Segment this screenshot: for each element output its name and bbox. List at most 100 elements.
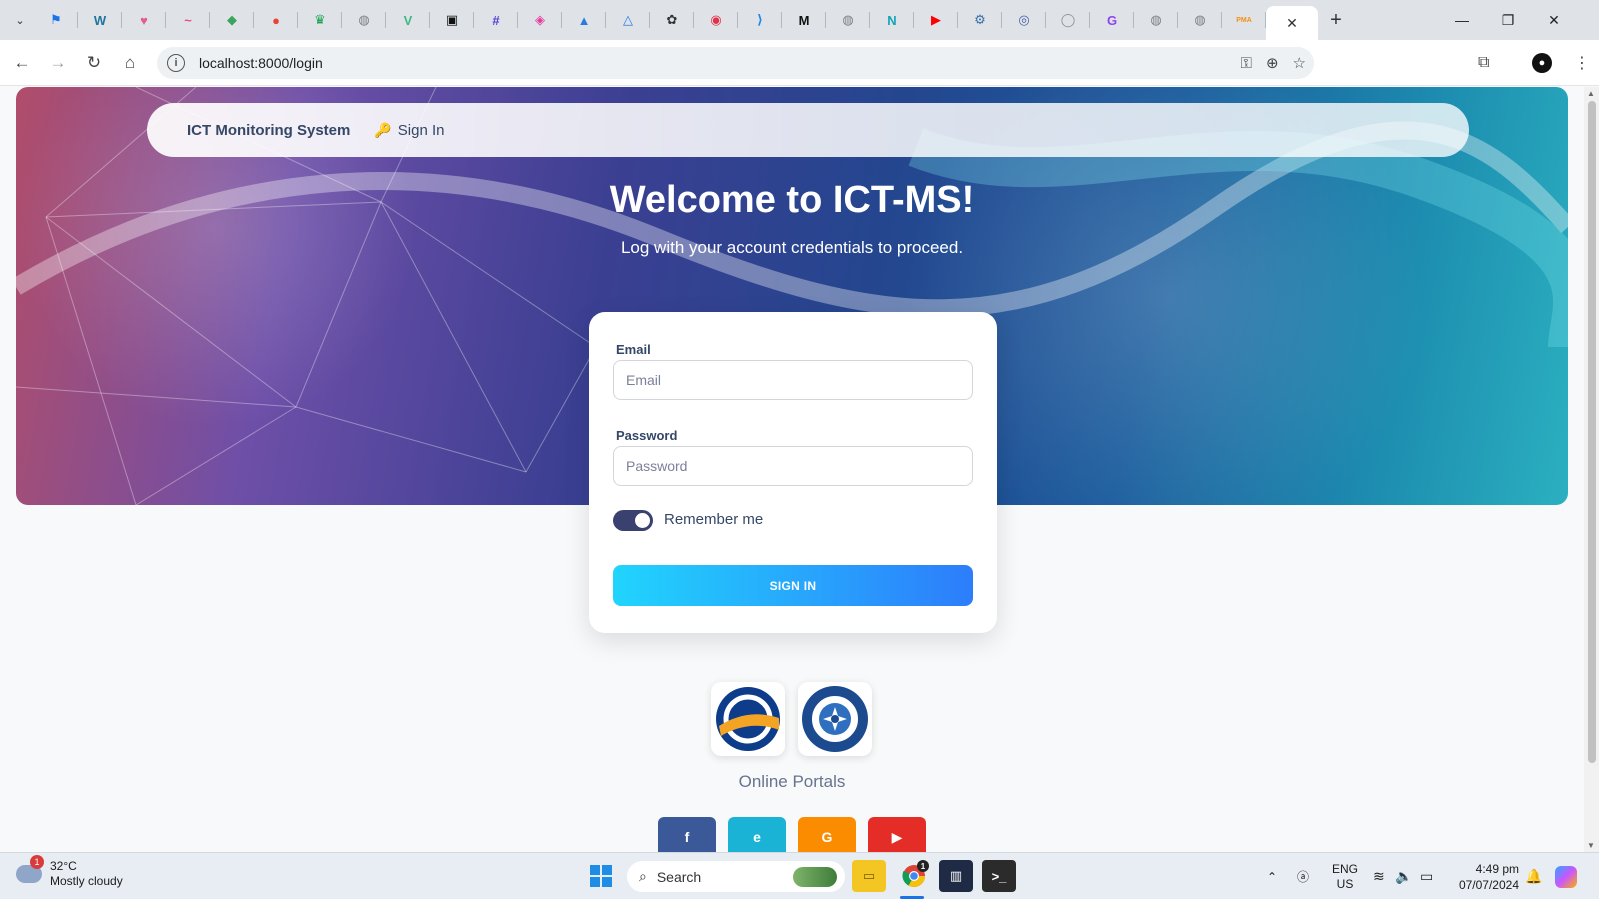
browser-tab[interactable]: # bbox=[474, 0, 518, 40]
remember-me-label[interactable]: Remember me bbox=[664, 511, 763, 528]
browser-tab[interactable]: ♥ bbox=[122, 0, 166, 40]
globe-icon: ◍ bbox=[1194, 12, 1206, 27]
browser-tab[interactable]: ⟩ bbox=[738, 0, 782, 40]
browser-tab[interactable]: G bbox=[1090, 0, 1134, 40]
scroll-down-icon[interactable]: ▼ bbox=[1587, 841, 1595, 850]
volume-icon[interactable]: 🔈 bbox=[1395, 853, 1412, 899]
google-button[interactable]: G bbox=[798, 817, 856, 852]
browser-tab[interactable]: ⚑ bbox=[34, 0, 78, 40]
browser-tab[interactable]: ◈ bbox=[518, 0, 562, 40]
email-input[interactable] bbox=[613, 360, 973, 400]
portal-logo-2[interactable] bbox=[798, 682, 872, 756]
address-bar[interactable]: i localhost:8000/login ⚿ ⊕ ☆ bbox=[157, 47, 1314, 79]
password-input[interactable] bbox=[613, 446, 973, 486]
browser-tab[interactable]: ~ bbox=[166, 0, 210, 40]
scroll-up-icon[interactable]: ▲ bbox=[1587, 89, 1595, 98]
close-window-icon[interactable]: ✕ bbox=[1531, 0, 1577, 40]
browser-tab[interactable]: ▲ bbox=[562, 0, 606, 40]
zoom-icon[interactable]: ⊕ bbox=[1266, 54, 1279, 72]
scrollbar-thumb[interactable] bbox=[1588, 101, 1596, 763]
shield-heart-icon: ♥ bbox=[140, 12, 148, 28]
triangle-outline-icon: △ bbox=[623, 12, 633, 27]
close-tab-icon[interactable]: ✕ bbox=[1286, 15, 1298, 32]
windows-start-icon[interactable] bbox=[590, 865, 612, 887]
sign-in-button[interactable]: SIGN IN bbox=[613, 565, 973, 606]
swoosh-logo-icon bbox=[716, 687, 780, 751]
extensions-icon[interactable]: ⧉ bbox=[1478, 40, 1489, 86]
browser-tab[interactable]: ▣ bbox=[430, 0, 474, 40]
active-tab[interactable]: ✕ bbox=[1266, 6, 1318, 40]
battery-icon[interactable]: ▭ bbox=[1420, 853, 1433, 899]
remember-me-toggle[interactable] bbox=[613, 510, 653, 531]
app-icon-dark[interactable]: ▥ bbox=[939, 860, 973, 892]
weather-desc: Mostly cloudy bbox=[50, 874, 123, 888]
taskbar-clock[interactable]: 4:49 pm 07/07/2024 bbox=[1453, 861, 1519, 893]
browser-tab[interactable]: ◎ bbox=[1002, 0, 1046, 40]
wifi-icon[interactable]: ≋ bbox=[1373, 853, 1385, 899]
browser-tab[interactable]: M bbox=[782, 0, 826, 40]
tab-search-chevron-icon[interactable]: ⌄ bbox=[6, 6, 34, 34]
browser-tab[interactable]: ◍ bbox=[1134, 0, 1178, 40]
clock-time: 4:49 pm bbox=[1475, 862, 1519, 876]
url-text[interactable]: localhost:8000/login bbox=[199, 55, 323, 71]
university-seal-icon bbox=[802, 686, 868, 752]
terminal-icon[interactable]: >_ bbox=[982, 860, 1016, 892]
keyboard-a-icon[interactable]: ⓐ bbox=[1297, 853, 1309, 899]
copilot-icon[interactable] bbox=[1555, 865, 1577, 888]
browser-tab[interactable]: ◍ bbox=[826, 0, 870, 40]
browser-tab[interactable]: △ bbox=[606, 0, 650, 40]
portal-icon: ◎ bbox=[1018, 12, 1030, 27]
browser-tab[interactable]: ◍ bbox=[1178, 0, 1222, 40]
chrome-taskbar-icon[interactable]: 1 bbox=[897, 860, 931, 892]
facebook-button[interactable]: f bbox=[658, 817, 716, 852]
site-info-icon[interactable]: i bbox=[167, 54, 185, 72]
profile-avatar[interactable]: ● bbox=[1532, 53, 1552, 73]
wordpress-icon: W bbox=[93, 12, 107, 28]
browser-tab[interactable]: ● bbox=[254, 0, 298, 40]
search-highlight-icon bbox=[793, 866, 837, 887]
browser-tab[interactable]: ◍ bbox=[342, 0, 386, 40]
browser-tab[interactable]: ◯ bbox=[1046, 0, 1090, 40]
reload-icon[interactable]: ↻ bbox=[76, 45, 112, 81]
weather-widget[interactable]: 1 32°C Mostly cloudy bbox=[16, 855, 123, 889]
toggle-knob bbox=[635, 513, 650, 528]
browser-tab[interactable]: W bbox=[78, 0, 122, 40]
brand-title[interactable]: ICT Monitoring System bbox=[187, 122, 350, 139]
taskbar-search[interactable]: ⌕ Search bbox=[627, 861, 845, 892]
page-scrollbar[interactable]: ▲ ▼ bbox=[1584, 87, 1599, 852]
cube-icon: ◈ bbox=[535, 12, 545, 27]
browser-tab[interactable]: V bbox=[386, 0, 430, 40]
bookmark-star-icon[interactable]: ☆ bbox=[1293, 54, 1306, 72]
browser-tab[interactable]: ▶ bbox=[914, 0, 958, 40]
language-indicator[interactable]: ENG US bbox=[1332, 853, 1358, 899]
browser-tab[interactable]: ✿ bbox=[650, 0, 694, 40]
menu-kebab-icon[interactable]: ⋮ bbox=[1574, 40, 1590, 86]
tray-overflow-icon[interactable]: ⌃ bbox=[1267, 853, 1277, 899]
password-key-icon[interactable]: ⚿ bbox=[1241, 55, 1252, 72]
new-tab-button[interactable]: + bbox=[1318, 0, 1354, 40]
password-label: Password bbox=[616, 428, 678, 443]
browser-tab[interactable]: N bbox=[870, 0, 914, 40]
restore-icon[interactable]: ❐ bbox=[1485, 0, 1531, 40]
browser-tab[interactable]: ♛ bbox=[298, 0, 342, 40]
leaf-icon: ◆ bbox=[227, 12, 237, 27]
notification-bell-icon[interactable]: 🔔 bbox=[1525, 853, 1542, 899]
vscode-icon: ⟩ bbox=[757, 12, 763, 27]
home-icon[interactable]: ⌂ bbox=[112, 45, 148, 81]
facebook-icon: f bbox=[684, 829, 690, 845]
browser-tab[interactable]: ◉ bbox=[694, 0, 738, 40]
browser-tab[interactable]: ◆ bbox=[210, 0, 254, 40]
nav-signin-link[interactable]: 🔑 Sign In bbox=[374, 122, 444, 139]
forward-arrow-icon[interactable]: → bbox=[40, 45, 76, 81]
flag-icon: ⚑ bbox=[50, 12, 62, 27]
browser-tab[interactable]: ⚙ bbox=[958, 0, 1002, 40]
youtube-button[interactable]: ▶ bbox=[868, 817, 926, 852]
portal-logo-1[interactable] bbox=[711, 682, 785, 756]
file-explorer-icon[interactable]: ▭ bbox=[852, 860, 886, 892]
back-arrow-icon[interactable]: ← bbox=[4, 45, 40, 81]
windows-taskbar: 1 32°C Mostly cloudy ⌕ Search ▭ 1 ▥ >_ ⌃… bbox=[0, 852, 1599, 899]
minimize-icon[interactable]: — bbox=[1439, 0, 1485, 40]
browser-tab[interactable]: PMA bbox=[1222, 0, 1266, 40]
page-subtitle: Log with your account credentials to pro… bbox=[620, 238, 964, 257]
edge-button[interactable]: e bbox=[728, 817, 786, 852]
